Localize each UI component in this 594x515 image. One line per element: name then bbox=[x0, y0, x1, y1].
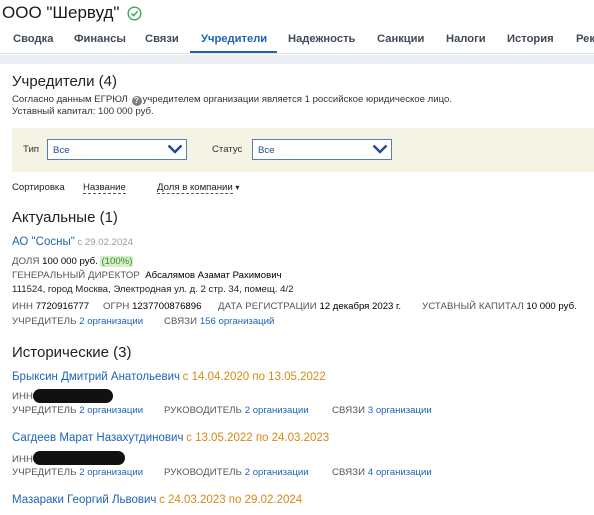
founder-label: УЧРЕДИТЕЛЬ bbox=[12, 405, 77, 416]
type-filter-label: Тип bbox=[23, 144, 39, 155]
org-capital-label: УСТАВНЫЙ КАПИТАЛ bbox=[422, 301, 524, 312]
person-period: с 24.03.2023 по 29.02.2024 bbox=[159, 494, 303, 506]
historical-founders-title: Исторические (3) bbox=[12, 344, 132, 361]
head-label: РУКОВОДИТЕЛЬ bbox=[164, 405, 243, 416]
tab-bar: Сводка Финансы Связи Учредители Надежнос… bbox=[0, 26, 594, 54]
sort-by-share-label: Доля в компании bbox=[157, 182, 233, 194]
caret-down-icon: ▾ bbox=[235, 183, 240, 192]
share-value: 100 000 руб. bbox=[42, 256, 98, 267]
tab-sanctions[interactable]: Санкции bbox=[377, 33, 424, 45]
person-period: с 13.05.2022 по 24.03.2023 bbox=[186, 432, 330, 444]
founders-description: Согласно данным ЕГРЮЛ ? учредителем орган… bbox=[12, 94, 452, 106]
reg-date-group: ДАТА РЕГИСТРАЦИИ 12 декабря 2023 г. bbox=[218, 301, 401, 312]
current-org-heading: АО "Сосны" с 29.02.2024 bbox=[12, 236, 133, 248]
tab-more[interactable]: Рек bbox=[576, 33, 594, 45]
tab-reliability[interactable]: Надежность bbox=[288, 33, 355, 45]
chevron-down-icon bbox=[372, 143, 388, 158]
tab-links[interactable]: Связи bbox=[145, 33, 179, 45]
founder-label: УЧРЕДИТЕЛЬ bbox=[12, 316, 77, 327]
person-founder-group: УЧРЕДИТЕЛЬ 2 организации bbox=[12, 467, 143, 478]
links-orgs-link[interactable]: 3 организации bbox=[368, 405, 432, 416]
section-separator bbox=[0, 55, 594, 64]
person-inn-row: ИНН bbox=[12, 391, 33, 402]
status-select[interactable]: Все bbox=[252, 139, 392, 160]
director-label: ГЕНЕРАЛЬНЫЙ ДИРЕКТОР bbox=[12, 270, 140, 281]
person-head-group: РУКОВОДИТЕЛЬ 2 организации bbox=[164, 405, 309, 416]
founder-orgs-link[interactable]: 2 организации bbox=[79, 467, 143, 478]
inn-label: ИНН bbox=[12, 454, 34, 465]
active-tab-indicator bbox=[190, 51, 277, 53]
info-icon[interactable]: ? bbox=[131, 96, 142, 106]
founder-label: УЧРЕДИТЕЛЬ bbox=[12, 467, 77, 478]
company-name: ООО "Шервуд" bbox=[2, 3, 120, 22]
person-heading: Брыксин Дмитрий Анатольевич с 14.04.2020… bbox=[12, 371, 326, 383]
redaction-mark bbox=[33, 451, 125, 465]
current-founders-title: Актуальные (1) bbox=[12, 209, 118, 226]
person-period: с 14.04.2020 по 13.05.2022 bbox=[182, 371, 326, 383]
founders-title: Учредители (4) bbox=[12, 73, 118, 90]
tab-history[interactable]: История bbox=[507, 33, 554, 45]
person-inn-row: ИНН bbox=[12, 454, 33, 465]
org-links-group: СВЯЗИ 156 организаций bbox=[164, 316, 274, 327]
reg-date-value: 12 декабря 2023 г. bbox=[319, 301, 402, 312]
current-org-since: с 29.02.2024 bbox=[77, 237, 133, 248]
org-capital-group: УСТАВНЫЙ КАПИТАЛ 10 000 руб. bbox=[422, 301, 577, 312]
description-prefix: Согласно данным ЕГРЮЛ bbox=[12, 94, 128, 105]
authorized-capital: Уставный капитал: 100 000 руб. bbox=[12, 106, 154, 117]
founder-orgs-link[interactable]: 2 организации bbox=[79, 405, 143, 416]
tab-taxes[interactable]: Налоги bbox=[446, 33, 486, 45]
ogrn-group: ОГРН 1237700876896 bbox=[103, 301, 201, 312]
sort-label: Сортировка bbox=[12, 182, 65, 193]
links-orgs-link[interactable]: 4 организации bbox=[368, 467, 432, 478]
person-heading: Мазараки Георгий Львович с 24.03.2023 по… bbox=[12, 494, 302, 506]
links-label: СВЯЗИ bbox=[332, 467, 366, 478]
head-label: РУКОВОДИТЕЛЬ bbox=[164, 467, 243, 478]
status-filter-label: Статус bbox=[212, 144, 243, 155]
head-orgs-link[interactable]: 2 организации bbox=[245, 467, 309, 478]
links-orgs-link[interactable]: 156 организаций bbox=[200, 316, 275, 327]
director-name: Абсалямов Азамат Рахимович bbox=[145, 270, 282, 281]
ogrn-label: ОГРН bbox=[103, 301, 130, 312]
inn-value: 7720916777 bbox=[35, 301, 90, 312]
person-head-group: РУКОВОДИТЕЛЬ 2 организации bbox=[164, 467, 309, 478]
person-links-group: СВЯЗИ 3 организации bbox=[332, 405, 432, 416]
chevron-down-icon bbox=[167, 143, 183, 158]
person-heading: Сагдеев Марат Назахутдинович с 13.05.202… bbox=[12, 432, 329, 444]
check-circle-icon bbox=[127, 5, 142, 21]
person-link[interactable]: Мазараки Георгий Львович bbox=[12, 494, 156, 506]
type-select[interactable]: Все bbox=[47, 139, 187, 160]
redaction-mark bbox=[33, 389, 113, 403]
inn-label: ИНН bbox=[12, 391, 34, 402]
share-percent: (100%) bbox=[100, 256, 134, 267]
inn-label: ИНН bbox=[12, 301, 34, 312]
person-link[interactable]: Брыксин Дмитрий Анатольевич bbox=[12, 371, 180, 383]
head-orgs-link[interactable]: 2 организации bbox=[245, 405, 309, 416]
share-row: ДОЛЯ 100 000 руб. (100%) bbox=[12, 256, 134, 267]
current-org-link[interactable]: АО "Сосны" bbox=[12, 236, 75, 248]
sort-by-share[interactable]: Доля в компании ▾ bbox=[157, 182, 240, 194]
person-founder-group: УЧРЕДИТЕЛЬ 2 организации bbox=[12, 405, 143, 416]
ogrn-value: 1237700876896 bbox=[132, 301, 202, 312]
person-link[interactable]: Сагдеев Марат Назахутдинович bbox=[12, 432, 183, 444]
reg-date-label: ДАТА РЕГИСТРАЦИИ bbox=[218, 301, 317, 312]
tab-finance[interactable]: Финансы bbox=[74, 33, 126, 45]
founder-orgs-link[interactable]: 2 организации bbox=[79, 316, 143, 327]
links-label: СВЯЗИ bbox=[164, 316, 198, 327]
links-label: СВЯЗИ bbox=[332, 405, 366, 416]
status-select-value: Все bbox=[258, 145, 275, 156]
director-row: ГЕНЕРАЛЬНЫЙ ДИРЕКТОР Абсалямов Азамат Ра… bbox=[12, 270, 282, 281]
person-links-group: СВЯЗИ 4 организации bbox=[332, 467, 432, 478]
org-address: 111524, город Москва, Электродная ул. д.… bbox=[12, 284, 294, 295]
tab-summary[interactable]: Сводка bbox=[13, 33, 53, 45]
type-select-value: Все bbox=[53, 145, 70, 156]
sort-by-name[interactable]: Название bbox=[83, 182, 126, 194]
org-founder-group: УЧРЕДИТЕЛЬ 2 организации bbox=[12, 316, 143, 327]
org-ids-row: ИНН 7720916777 bbox=[12, 301, 89, 312]
description-suffix: учредителем организации является 1 росси… bbox=[142, 94, 453, 105]
tab-founders[interactable]: Учредители bbox=[201, 33, 267, 45]
company-header: ООО "Шервуд" bbox=[2, 1, 142, 25]
filter-panel: Тип Все Статус Все bbox=[12, 128, 594, 172]
share-label: ДОЛЯ bbox=[12, 256, 40, 267]
org-capital-value: 10 000 руб. bbox=[526, 301, 577, 312]
